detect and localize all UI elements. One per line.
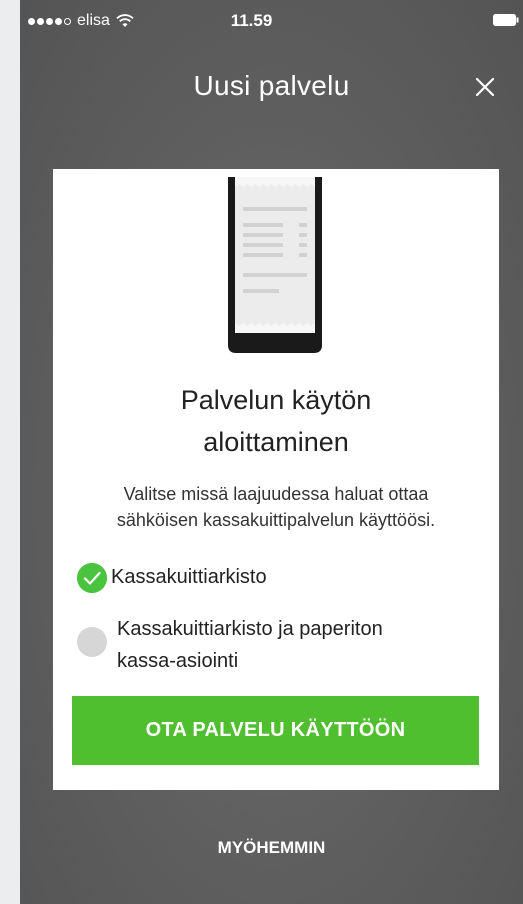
option-label-line-1: Kassakuittiarkisto ja paperiton (117, 618, 383, 640)
phone-screen: elisa 11.59 Uusi palvelu Palvelun käytön… (20, 0, 523, 904)
description-line-2: sähköisen kassakuittipalvelun käyttöösi. (116, 510, 436, 530)
option-receipt-archive-paperless[interactable]: Kassakuittiarkisto ja paperiton kassa-as… (77, 613, 383, 677)
modal-description: Valitse missä laajuudessa haluat ottaa s… (63, 481, 489, 533)
option-label: Kassakuittiarkisto ja paperiton kassa-as… (117, 613, 383, 677)
page-title: Uusi palvelu (193, 70, 350, 101)
option-receipt-archive[interactable]: Kassakuittiarkisto (77, 562, 267, 593)
status-bar: elisa 11.59 (20, 0, 523, 44)
service-modal: Palvelun käytön aloittaminen Valitse mis… (53, 169, 499, 790)
modal-title-line-2: aloittaminen (203, 427, 349, 457)
modal-title: Palvelun käytön aloittaminen (53, 379, 499, 463)
enable-service-button[interactable]: OTA PALVELU KÄYTTÖÖN (72, 696, 479, 765)
description-line-1: Valitse missä laajuudessa haluat ottaa (123, 484, 429, 504)
receipt-phone-illustration (228, 177, 322, 353)
status-time: 11.59 (230, 11, 273, 30)
modal-title-line-1: Palvelun käytön (180, 385, 372, 415)
battery-icon (493, 14, 519, 26)
background-margin (0, 0, 20, 904)
later-button[interactable]: MYÖHEMMIN (20, 838, 523, 858)
radio-empty-icon (77, 627, 107, 657)
option-label: Kassakuittiarkisto (111, 566, 267, 588)
option-label-line-2: kassa-asiointi (117, 650, 239, 672)
checkmark-icon (77, 563, 107, 593)
close-icon[interactable] (473, 75, 497, 99)
